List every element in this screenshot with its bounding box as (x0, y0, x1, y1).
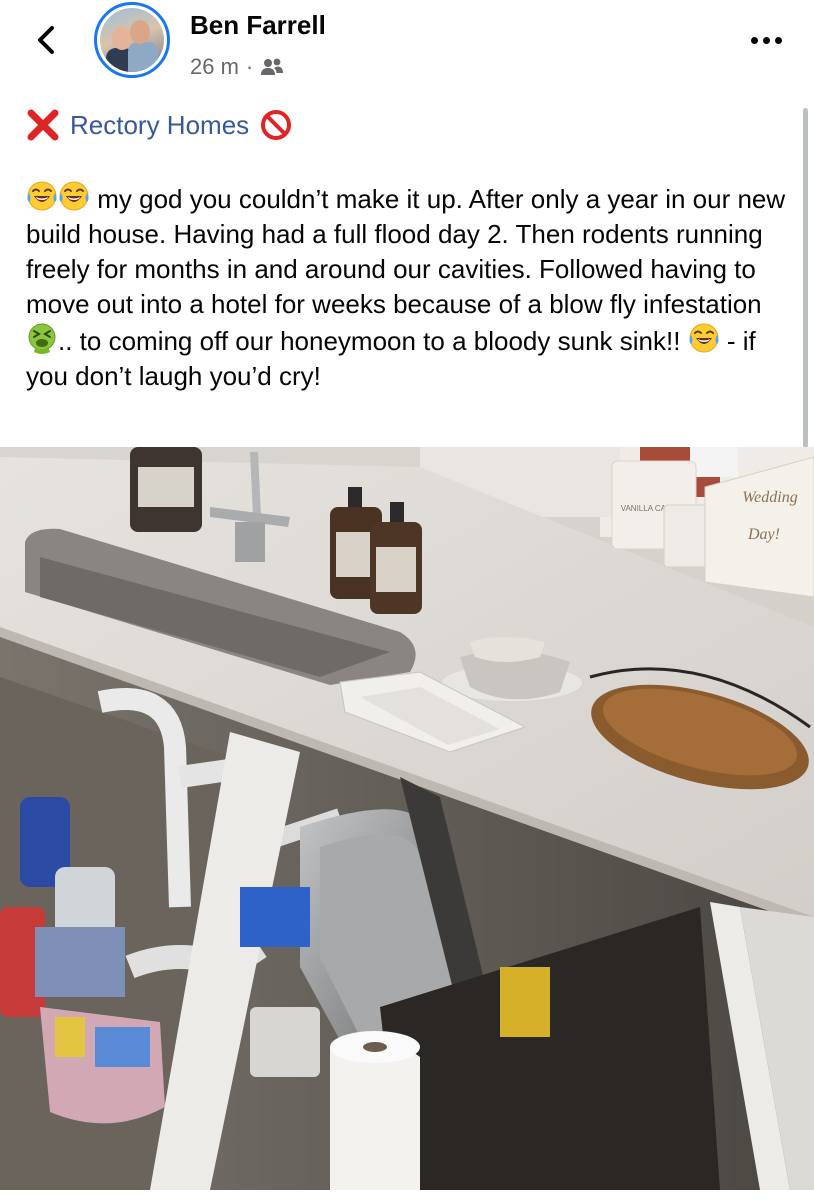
scrollbar[interactable] (803, 108, 808, 448)
body-text-part-1: my god you couldn’t make it up. After on… (26, 184, 786, 319)
post-meta: 26 m · (190, 54, 284, 80)
card-text-1: Wedding (742, 489, 797, 506)
company-link[interactable]: Rectory Homes (70, 110, 249, 141)
avatar-photo (100, 8, 164, 72)
author-name[interactable]: Ben Farrell (190, 10, 326, 41)
tears-of-joy-emoji (688, 322, 720, 354)
vomiting-face-emoji (26, 322, 58, 354)
kitchen-sink-photo: VANILLA CANDLE Wedding Day! (0, 447, 814, 1190)
author-avatar[interactable] (94, 2, 170, 78)
card-text-2: Day! (747, 526, 780, 543)
friends-icon (261, 58, 284, 75)
meta-separator: · (245, 54, 254, 79)
post-body-text: my god you couldn’t make it up. After on… (26, 180, 796, 394)
tears-of-joy-emoji (58, 180, 90, 212)
chevron-left-icon (38, 26, 54, 54)
cross-mark-emoji (27, 109, 59, 141)
prohibited-emoji (261, 110, 292, 140)
back-button[interactable] (30, 20, 66, 60)
more-options-button[interactable] (748, 30, 784, 50)
post-photo[interactable]: VANILLA CANDLE Wedding Day! (0, 447, 814, 1190)
post-title-line: Rectory Homes (26, 108, 293, 142)
post-timestamp[interactable]: 26 m (190, 54, 239, 80)
body-text-part-2: .. to coming off our honeymoon to a bloo… (58, 326, 688, 356)
tears-of-joy-emoji (26, 180, 58, 212)
more-horizontal-icon (750, 36, 758, 44)
bottom-spacer (0, 1190, 814, 1200)
